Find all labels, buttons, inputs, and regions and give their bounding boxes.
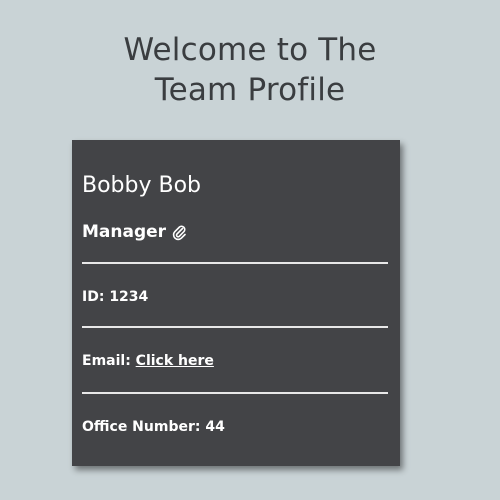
page-title-line-2: Team Profile: [154, 72, 346, 108]
employee-role: Manager: [82, 220, 186, 244]
employee-office-number: Office Number: 44: [82, 417, 225, 437]
divider: [82, 262, 388, 264]
divider: [82, 326, 388, 328]
employee-name: Bobby Bob: [82, 173, 202, 198]
employee-email-label: Email:: [82, 353, 131, 369]
office-number-value: 44: [205, 419, 225, 435]
page-title: Welcome to The Team Profile: [0, 30, 500, 110]
employee-email: Email: Click here: [82, 351, 214, 371]
email-link[interactable]: Click here: [136, 353, 214, 369]
employee-role-label: Manager: [82, 222, 167, 242]
employee-id: ID: 1234: [82, 287, 148, 307]
paperclip-icon: [172, 225, 186, 241]
page-title-line-1: Welcome to The: [123, 32, 377, 68]
employee-id-label: ID:: [82, 289, 105, 305]
employee-id-value: 1234: [109, 289, 149, 305]
divider: [82, 392, 388, 394]
office-number-label: Office Number:: [82, 419, 201, 435]
